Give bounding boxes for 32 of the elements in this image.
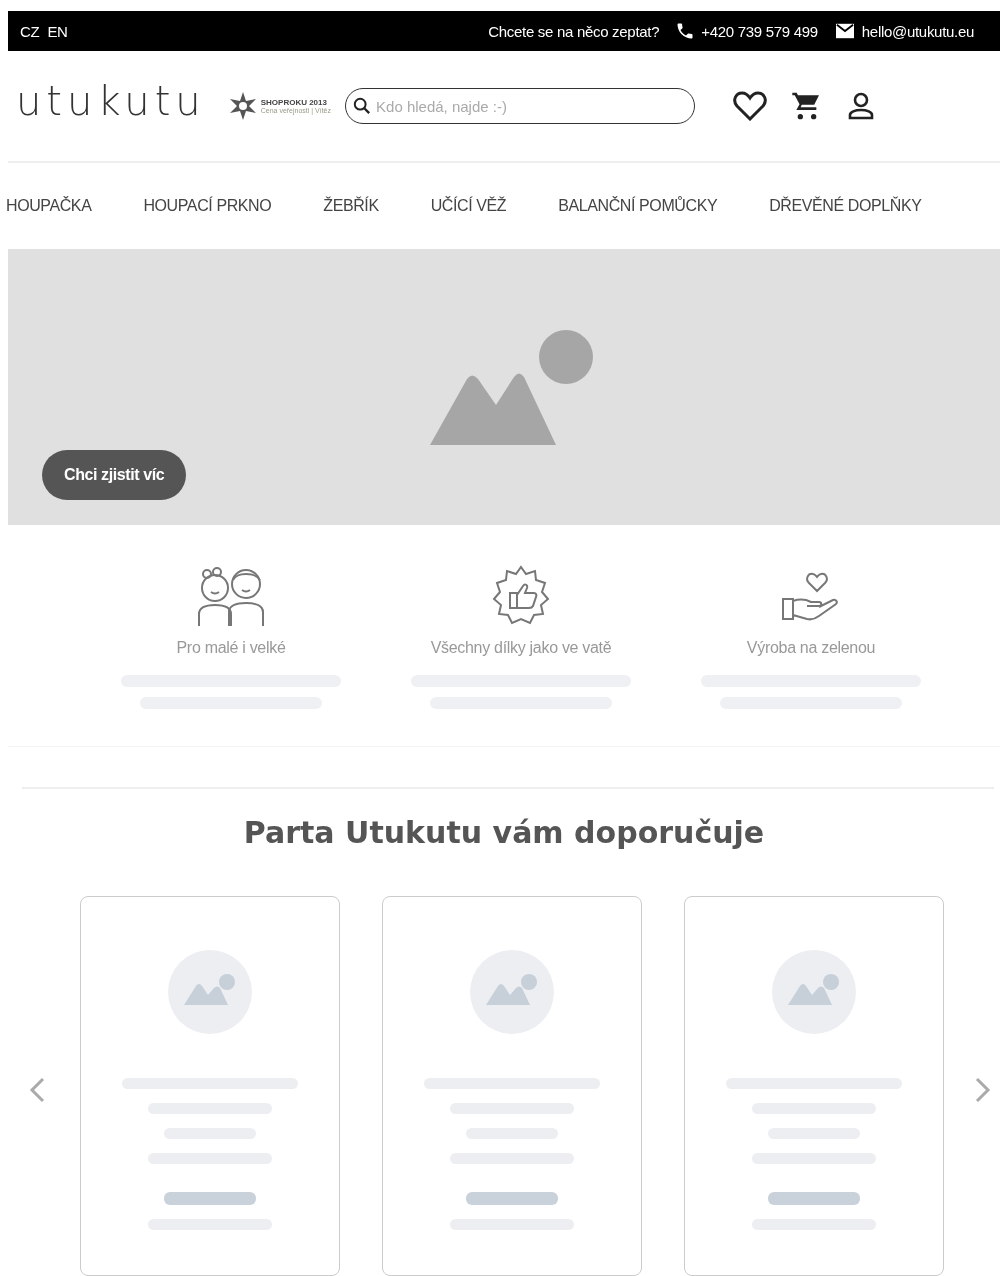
nav-link[interactable]: BALANČNÍ POMŮCKY <box>558 197 718 215</box>
email-link[interactable]: hello@utukutu.eu <box>861 22 974 40</box>
language-link[interactable]: CZ <box>20 22 40 40</box>
feature-title: Pro malé i velké <box>176 639 286 657</box>
user-icon[interactable] <box>847 91 876 121</box>
mail-icon <box>833 22 856 40</box>
image-placeholder-icon <box>772 950 856 1034</box>
feature-title: Všechny dílky jako ve vatě <box>430 639 612 657</box>
heart-icon[interactable] <box>733 91 768 121</box>
search-field[interactable]: Kdo hledá, najde :-) <box>345 88 696 124</box>
search-icon <box>353 97 372 115</box>
contact-question: Chcete se na něco zeptat? <box>488 22 660 40</box>
learn-more-button[interactable]: Chci zjistit víc <box>42 450 187 500</box>
chevron-right-icon[interactable] <box>974 1076 992 1104</box>
feature-title: Výroba na zelenou <box>746 639 876 657</box>
product-card-placeholder[interactable] <box>684 896 944 1276</box>
logo[interactable]: utukutu <box>16 78 206 124</box>
nav-link[interactable]: ŽEBŘÍK <box>323 197 379 215</box>
phone-icon <box>675 21 696 41</box>
phone-link[interactable]: +420 739 579 499 <box>701 22 818 40</box>
nav-link[interactable]: DŘEVĚNÉ DOPLŇKY <box>769 197 922 215</box>
nav-link[interactable]: HOUPAČKA <box>6 197 92 215</box>
language-link[interactable]: EN <box>47 22 68 40</box>
image-placeholder-icon <box>470 950 554 1034</box>
nav-link[interactable]: HOUPACÍ PRKNO <box>143 197 272 215</box>
product-card-placeholder[interactable] <box>382 896 642 1276</box>
product-card-placeholder[interactable] <box>80 896 340 1276</box>
nav-link[interactable]: UČÍCÍ VĚŽ <box>430 197 507 215</box>
image-placeholder-icon <box>168 950 252 1034</box>
award-title: SHOPROKU 2013 <box>260 98 328 107</box>
chevron-left-icon[interactable] <box>28 1076 46 1104</box>
section-heading: Parta Utukutu vám doporučuje <box>242 815 766 850</box>
